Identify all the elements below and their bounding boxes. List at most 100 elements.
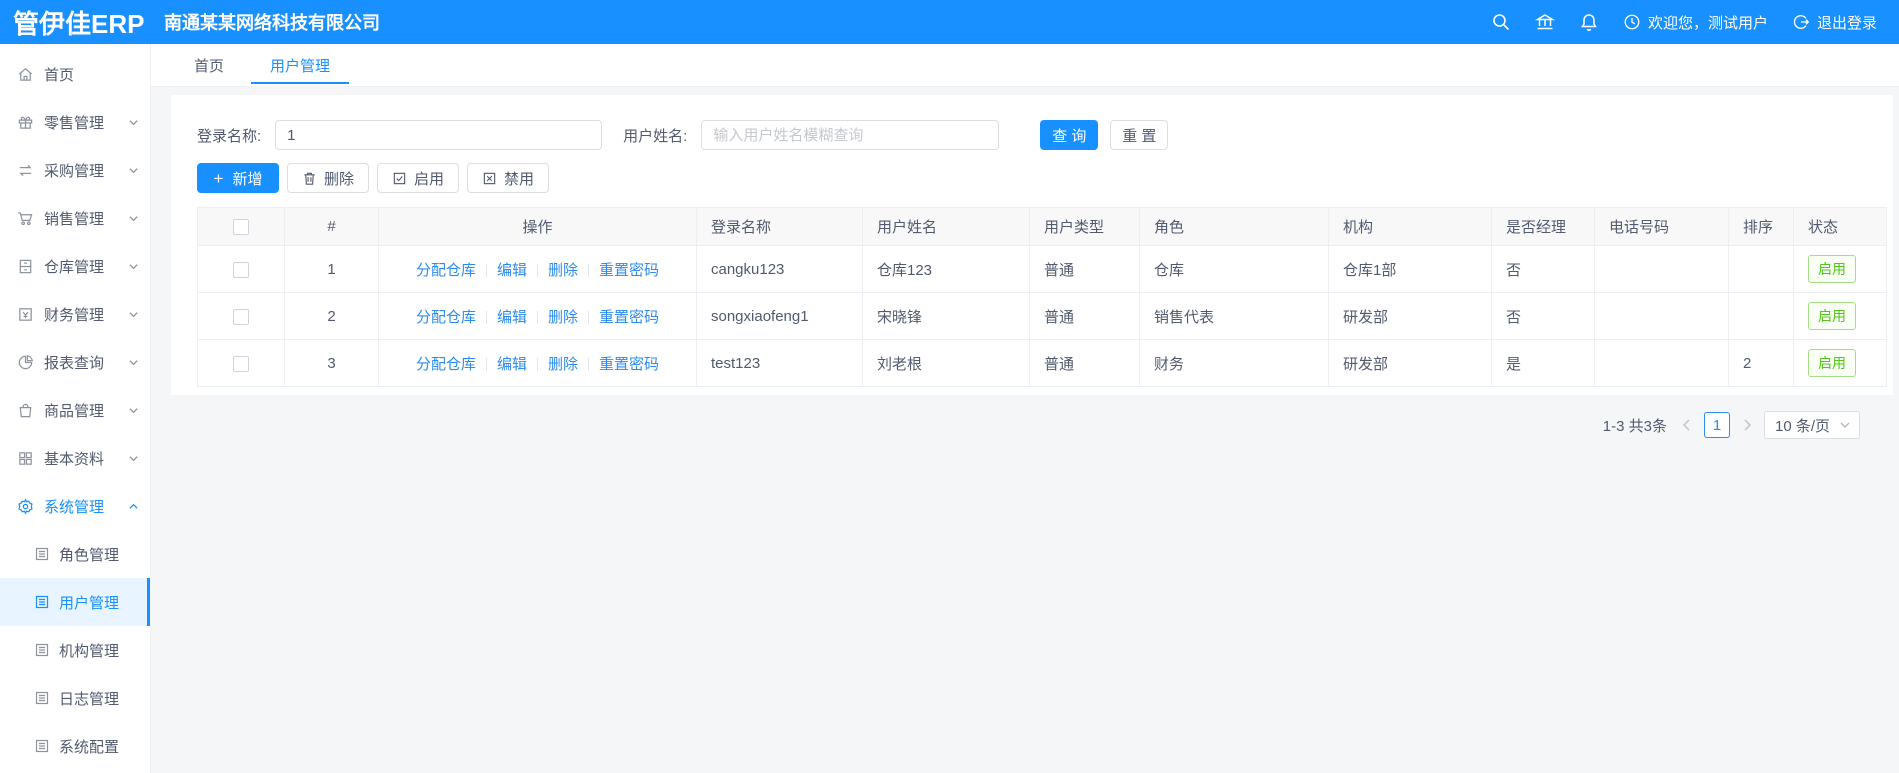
col-org: 机构: [1328, 207, 1492, 246]
assign-warehouse-link[interactable]: 分配仓库: [416, 309, 476, 326]
delete-link[interactable]: 删除: [548, 356, 578, 373]
row-checkbox[interactable]: [233, 261, 249, 278]
select-all-checkbox[interactable]: [233, 219, 249, 236]
sidebar-item-home[interactable]: 首页: [0, 50, 150, 98]
sidebar-item-label: 角色管理: [59, 546, 120, 564]
page-size-value: 10 条/页: [1775, 417, 1831, 435]
delete-button[interactable]: 删除: [287, 163, 370, 193]
plus-icon: +: [213, 168, 224, 188]
sidebar-item-finance[interactable]: 财务管理: [0, 290, 150, 338]
reset-button[interactable]: 重 置: [1110, 120, 1169, 150]
sidebar-item-reports[interactable]: 报表查询: [0, 338, 150, 386]
chevron-down-icon: [128, 117, 139, 128]
sidebar-item-label: 销售管理: [44, 210, 105, 228]
cell-manager: 否: [1491, 292, 1595, 340]
login-name-label: 登录名称:: [197, 127, 262, 145]
sidebar-item-warehouse[interactable]: 仓库管理: [0, 242, 150, 290]
enable-button[interactable]: 启用: [377, 163, 460, 193]
sidebar-item-basic-data[interactable]: 基本资料: [0, 434, 150, 482]
row-operations: 分配仓库 编辑 删除 重置密码: [378, 292, 697, 340]
tab-bar: 首页 用户管理: [151, 44, 1899, 87]
cabinet-icon: [17, 258, 34, 275]
bag-icon: [17, 402, 34, 419]
sidebar-item-label: 机构管理: [59, 642, 120, 660]
sidebar-item-log-mgmt[interactable]: 日志管理: [0, 674, 150, 722]
cell-manager: 是: [1491, 339, 1595, 387]
chevron-down-icon: [128, 213, 139, 224]
reset-password-link[interactable]: 重置密码: [599, 309, 659, 326]
check-square-icon: [392, 171, 407, 186]
cart-icon: [17, 210, 34, 227]
bell-icon[interactable]: [1579, 12, 1599, 32]
page-size-select[interactable]: 10 条/页: [1764, 411, 1860, 439]
row-operations: 分配仓库 编辑 删除 重置密码: [378, 339, 697, 387]
search-icon[interactable]: [1491, 12, 1511, 32]
sidebar-item-goods[interactable]: 商品管理: [0, 386, 150, 434]
edit-link[interactable]: 编辑: [497, 356, 527, 373]
tab-user-mgmt[interactable]: 用户管理: [247, 44, 353, 86]
delete-link[interactable]: 删除: [548, 309, 578, 326]
row-index: 1: [284, 245, 379, 293]
add-button[interactable]: + 新增: [197, 163, 279, 193]
sidebar-item-user-mgmt[interactable]: 用户管理: [0, 578, 150, 626]
assign-warehouse-link[interactable]: 分配仓库: [416, 262, 476, 279]
cell-org: 研发部: [1328, 292, 1492, 340]
sidebar-item-label: 系统配置: [59, 738, 120, 756]
login-name-input[interactable]: [275, 120, 603, 150]
page-number-button[interactable]: 1: [1704, 412, 1730, 438]
prev-page-icon[interactable]: [1679, 417, 1695, 433]
logout-icon: [1792, 13, 1810, 31]
table-row: 2 分配仓库 编辑 删除 重置密码 songxiaofeng1 宋晓锋 普通 销售代表…: [197, 292, 1887, 340]
sidebar-item-sales[interactable]: 销售管理: [0, 194, 150, 242]
edit-link[interactable]: 编辑: [497, 309, 527, 326]
user-name-input[interactable]: [701, 120, 1000, 150]
logout-button[interactable]: 退出登录: [1792, 12, 1877, 33]
reset-password-link[interactable]: 重置密码: [599, 262, 659, 279]
content-area: 登录名称: 用户姓名: 查 询 重 置 + 新增: [151, 87, 1899, 773]
status-badge[interactable]: 启用: [1808, 302, 1856, 330]
sidebar-item-retail[interactable]: 零售管理: [0, 98, 150, 146]
sidebar-item-system[interactable]: 系统管理: [0, 482, 150, 530]
row-index: 2: [284, 292, 379, 340]
sidebar-item-label: 基本资料: [44, 450, 105, 468]
disable-button[interactable]: 禁用: [467, 163, 550, 193]
row-index: 3: [284, 339, 379, 387]
reset-password-link[interactable]: 重置密码: [599, 356, 659, 373]
cell-phone: [1594, 292, 1729, 340]
sidebar-item-role-mgmt[interactable]: 角色管理: [0, 530, 150, 578]
row-checkbox[interactable]: [233, 308, 249, 325]
cell-org: 仓库1部: [1328, 245, 1492, 293]
document-icon: [34, 738, 50, 754]
cell-sort: [1728, 292, 1794, 340]
sidebar-item-purchase[interactable]: 采购管理: [0, 146, 150, 194]
enable-button-label: 启用: [414, 170, 445, 188]
next-page-icon[interactable]: [1739, 417, 1755, 433]
search-button[interactable]: 查 询: [1040, 120, 1099, 150]
bank-icon[interactable]: [1534, 12, 1555, 32]
welcome-user[interactable]: 欢迎您，测试用户: [1623, 12, 1768, 33]
chevron-down-icon: [1839, 419, 1851, 431]
status-badge[interactable]: 启用: [1808, 255, 1856, 283]
tab-home[interactable]: 首页: [171, 44, 247, 86]
edit-link[interactable]: 编辑: [497, 262, 527, 279]
delete-link[interactable]: 删除: [548, 262, 578, 279]
cell-manager: 否: [1491, 245, 1595, 293]
divider: [485, 310, 487, 324]
table-header-row: # 操作 登录名称 用户姓名 用户类型 角色 机构 是否经理 电话号码 排序 状…: [197, 207, 1887, 246]
sidebar: 首页 零售管理 采购管理 销售管理 仓库管理 财务管理 报表查询 商品管理 基本…: [0, 44, 151, 773]
filter-row: 登录名称: 用户姓名: 查 询 重 置: [197, 120, 1866, 150]
sidebar-item-org-mgmt[interactable]: 机构管理: [0, 626, 150, 674]
table-row: 1 分配仓库 编辑 删除 重置密码 cangku123 仓库123 普通 仓库 仓库1…: [197, 245, 1887, 293]
divider: [537, 310, 538, 324]
trash-icon: [302, 171, 317, 186]
status-badge[interactable]: 启用: [1808, 349, 1856, 377]
cell-login: songxiaofeng1: [696, 292, 863, 340]
assign-warehouse-link[interactable]: 分配仓库: [416, 356, 476, 373]
ledger-icon: [17, 306, 34, 323]
row-checkbox[interactable]: [233, 355, 249, 372]
app-header: 管伊佳ERP 南通某某网络科技有限公司 欢迎您，测试用户 退出登录: [0, 0, 1899, 44]
sidebar-item-system-config[interactable]: 系统配置: [0, 722, 150, 770]
user-mgmt-panel: 登录名称: 用户姓名: 查 询 重 置 + 新增: [171, 95, 1893, 395]
chevron-down-icon: [128, 405, 139, 416]
chevron-down-icon: [128, 357, 139, 368]
